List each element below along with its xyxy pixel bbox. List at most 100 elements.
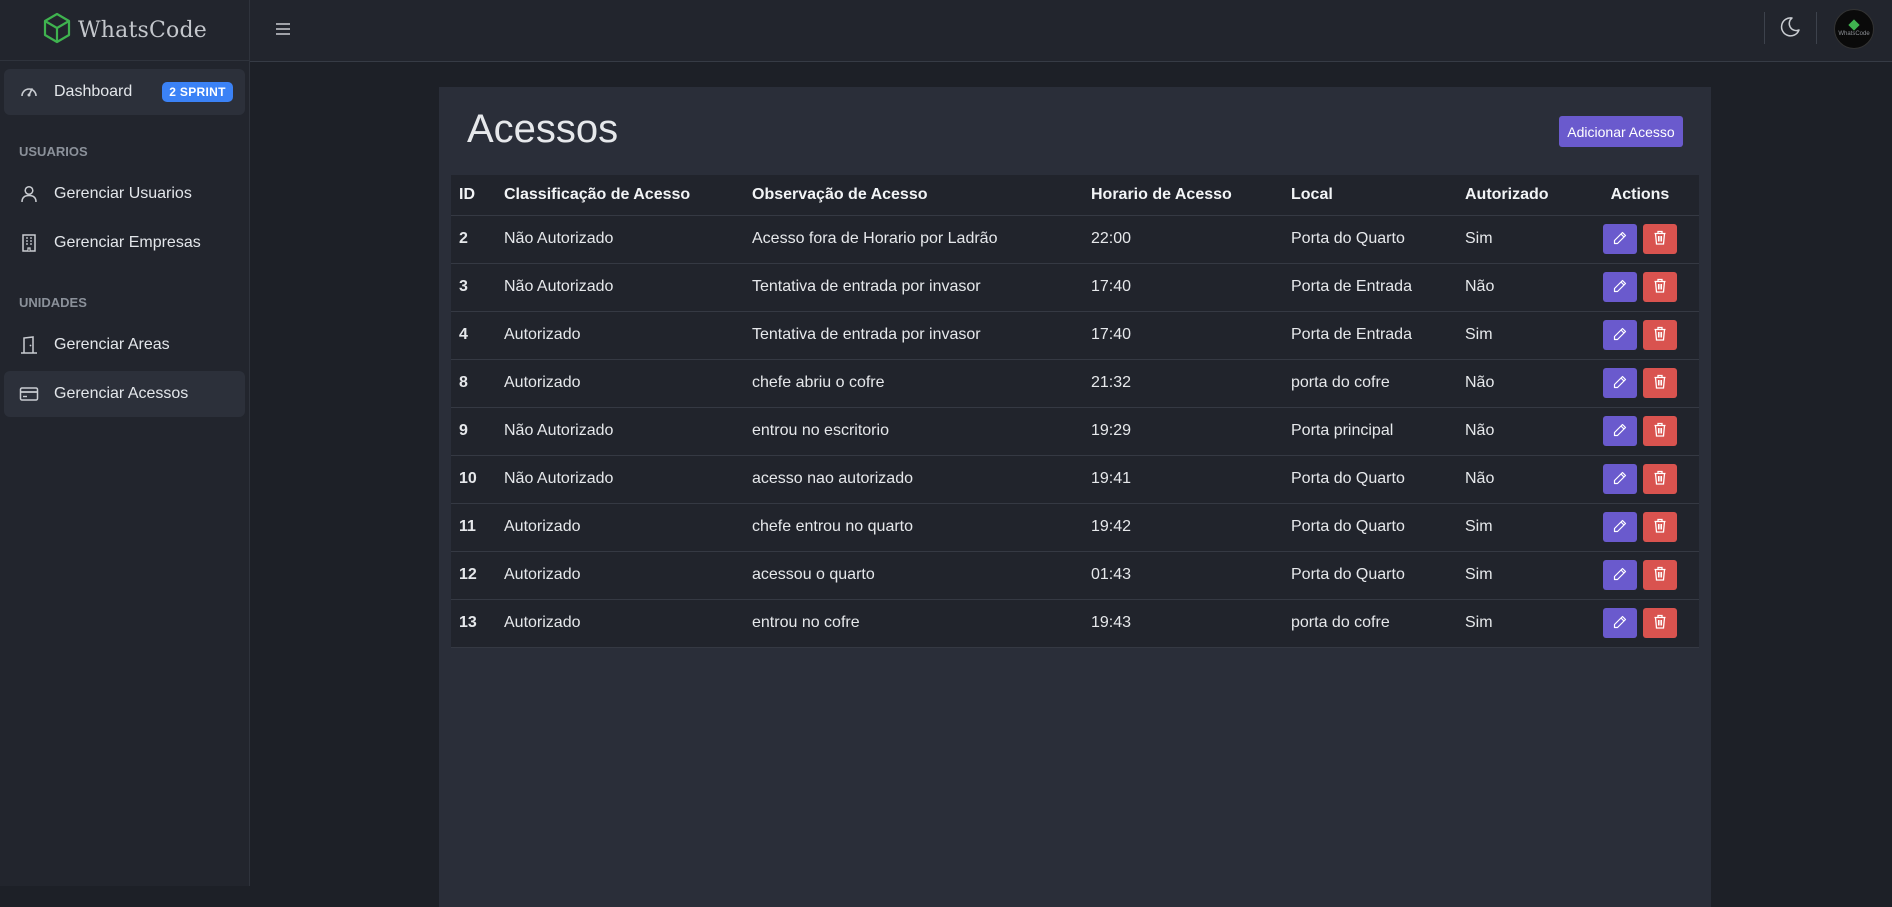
pencil-icon <box>1613 423 1627 440</box>
table-row: 4 Autorizado Tentativa de entrada por inva… <box>451 311 1699 360</box>
add-acesso-button[interactable]: Adicionar Acesso <box>1559 116 1683 147</box>
trash-icon <box>1653 230 1667 248</box>
cell-classificacao: Autorizado <box>496 599 744 648</box>
cell-autorizado: Não <box>1457 263 1581 312</box>
building-icon <box>18 232 40 254</box>
cell-autorizado: Sim <box>1457 599 1581 648</box>
delete-button[interactable] <box>1643 368 1677 398</box>
edit-button[interactable] <box>1603 224 1637 254</box>
topbar-divider <box>1764 12 1765 44</box>
cell-id: 11 <box>451 503 496 552</box>
sidebar-item-label: Gerenciar Usuarios <box>54 185 192 202</box>
table-row: 10 Não Autorizado acesso nao autorizado 19:… <box>451 455 1699 504</box>
cell-id: 10 <box>451 455 496 504</box>
sprint-badge: 2 SPRINT <box>162 82 233 102</box>
edit-button[interactable] <box>1603 368 1637 398</box>
table-header-row: ID Classificação de Acesso Observação de… <box>451 175 1699 216</box>
avatar[interactable]: WhatsCode <box>1834 9 1874 49</box>
cell-local: Porta principal <box>1283 407 1457 456</box>
cell-local: Porta do Quarto <box>1283 503 1457 552</box>
table-row: 12 Autorizado acessou o quarto 01:43 Porta d… <box>451 551 1699 600</box>
trash-icon <box>1653 278 1667 296</box>
column-header-local: Local <box>1283 175 1457 216</box>
delete-button[interactable] <box>1643 320 1677 350</box>
cell-actions <box>1581 359 1699 408</box>
card-icon <box>18 383 40 405</box>
table-row: 9 Não Autorizado entrou no escritorio 19:29… <box>451 407 1699 456</box>
cell-actions <box>1581 407 1699 456</box>
hamburger-icon[interactable] <box>275 20 291 43</box>
sidebar: WhatsCode Dashboard 2 SPRINT USUARIOS Ge… <box>0 0 250 886</box>
cell-local: Porta do Quarto <box>1283 551 1457 600</box>
table-row: 3 Não Autorizado Tentativa de entrada por … <box>451 263 1699 312</box>
cell-classificacao: Autorizado <box>496 359 744 408</box>
topbar: WhatsCode <box>250 0 1892 62</box>
cell-observacao: entrou no cofre <box>744 599 1083 648</box>
cell-horario: 19:42 <box>1083 503 1283 552</box>
column-header-id: ID <box>451 175 496 216</box>
sidebar-item-areas[interactable]: Gerenciar Areas <box>4 322 245 368</box>
table-body: 2 Não Autorizado Acesso fora de Horario po… <box>451 215 1699 648</box>
moon-icon[interactable] <box>1778 15 1802 44</box>
cell-id: 3 <box>451 263 496 312</box>
cell-observacao: acesso nao autorizado <box>744 455 1083 504</box>
delete-button[interactable] <box>1643 416 1677 446</box>
delete-button[interactable] <box>1643 608 1677 638</box>
cell-actions <box>1581 599 1699 648</box>
delete-button[interactable] <box>1643 464 1677 494</box>
section-heading-unidades: UNIDADES <box>19 295 87 310</box>
edit-button[interactable] <box>1603 320 1637 350</box>
sidebar-item-usuarios[interactable]: Gerenciar Usuarios <box>4 171 245 217</box>
cell-actions <box>1581 215 1699 264</box>
cell-id: 13 <box>451 599 496 648</box>
cell-autorizado: Sim <box>1457 311 1581 360</box>
cell-id: 2 <box>451 215 496 264</box>
cell-actions <box>1581 503 1699 552</box>
cell-classificacao: Autorizado <box>496 311 744 360</box>
topbar-divider <box>1816 12 1817 44</box>
cell-actions <box>1581 551 1699 600</box>
cell-actions <box>1581 263 1699 312</box>
cell-local: Porta do Quarto <box>1283 215 1457 264</box>
cell-classificacao: Não Autorizado <box>496 215 744 264</box>
sidebar-nav: Dashboard 2 SPRINT USUARIOS Gerenciar Us… <box>0 61 249 428</box>
cell-id: 8 <box>451 359 496 408</box>
delete-button[interactable] <box>1643 272 1677 302</box>
sidebar-item-label: Gerenciar Areas <box>54 336 170 353</box>
edit-button[interactable] <box>1603 512 1637 542</box>
sidebar-item-dashboard[interactable]: Dashboard 2 SPRINT <box>4 69 245 115</box>
edit-button[interactable] <box>1603 608 1637 638</box>
trash-icon <box>1653 374 1667 392</box>
cell-observacao: acessou o quarto <box>744 551 1083 600</box>
delete-button[interactable] <box>1643 224 1677 254</box>
cell-classificacao: Não Autorizado <box>496 407 744 456</box>
brand[interactable]: WhatsCode <box>0 0 249 61</box>
delete-button[interactable] <box>1643 560 1677 590</box>
edit-button[interactable] <box>1603 416 1637 446</box>
cell-classificacao: Autorizado <box>496 551 744 600</box>
main-card: Acessos Adicionar Acesso ID Classificaçã… <box>439 87 1711 907</box>
pencil-icon <box>1613 375 1627 392</box>
edit-button[interactable] <box>1603 560 1637 590</box>
cell-local: Porta de Entrada <box>1283 311 1457 360</box>
edit-button[interactable] <box>1603 272 1637 302</box>
cell-actions <box>1581 455 1699 504</box>
avatar-logo-icon <box>1848 19 1860 31</box>
sidebar-item-empresas[interactable]: Gerenciar Empresas <box>4 220 245 266</box>
sidebar-item-label: Gerenciar Acessos <box>54 385 189 402</box>
acessos-table: ID Classificação de Acesso Observação de… <box>451 175 1699 648</box>
edit-button[interactable] <box>1603 464 1637 494</box>
cell-horario: 21:32 <box>1083 359 1283 408</box>
sidebar-item-label: Gerenciar Empresas <box>54 234 201 251</box>
gauge-icon <box>18 81 40 103</box>
delete-button[interactable] <box>1643 512 1677 542</box>
pencil-icon <box>1613 519 1627 536</box>
cell-local: Porta de Entrada <box>1283 263 1457 312</box>
cell-autorizado: Sim <box>1457 503 1581 552</box>
cell-autorizado: Não <box>1457 407 1581 456</box>
column-header-autorizado: Autorizado <box>1457 175 1581 216</box>
cell-actions <box>1581 311 1699 360</box>
cell-local: porta do cofre <box>1283 599 1457 648</box>
sidebar-item-acessos[interactable]: Gerenciar Acessos <box>4 371 245 417</box>
pencil-icon <box>1613 567 1627 584</box>
